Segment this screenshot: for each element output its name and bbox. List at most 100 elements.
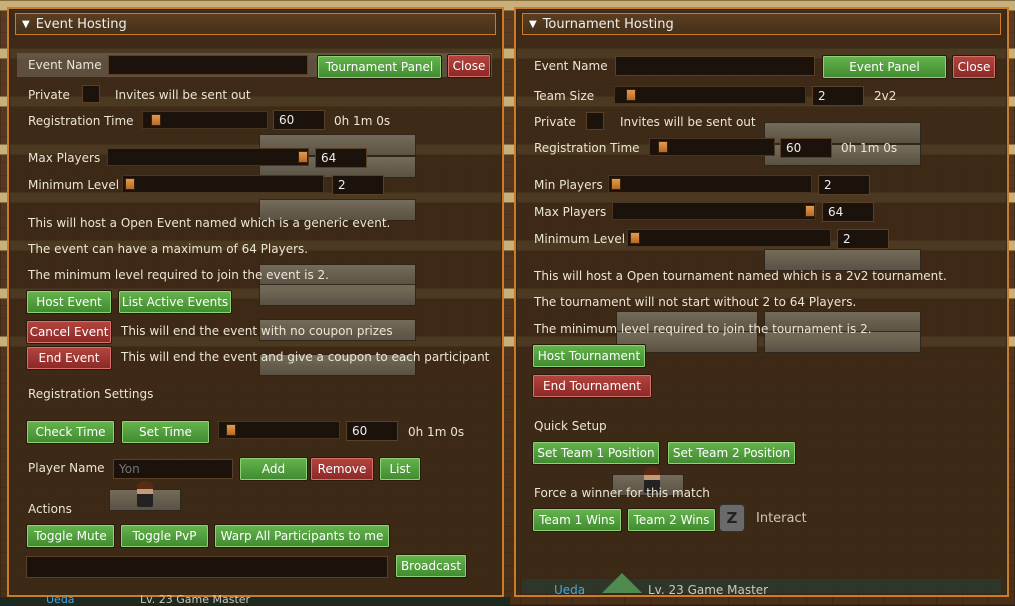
- broadcast-button[interactable]: Broadcast: [395, 554, 467, 578]
- max-players-slider[interactable]: [612, 202, 816, 220]
- guild-emblem-icon: [602, 573, 642, 593]
- close-button[interactable]: Close: [447, 54, 491, 78]
- set-time-value[interactable]: 60: [346, 421, 398, 441]
- close-button[interactable]: Close: [952, 55, 996, 79]
- list-button[interactable]: List: [379, 457, 421, 481]
- slider-knob[interactable]: [630, 232, 640, 244]
- event-window-title: Event Hosting: [35, 16, 127, 32]
- event-name-label: Event Name: [534, 59, 608, 73]
- info-line: This will host a Open tournament named w…: [534, 269, 947, 283]
- max-players-label: Max Players: [534, 205, 607, 219]
- team-size-value[interactable]: 2: [812, 86, 864, 106]
- player-name-input[interactable]: [113, 459, 233, 479]
- event-panel-button[interactable]: Event Panel: [822, 55, 947, 79]
- cancel-event-button[interactable]: Cancel Event: [26, 320, 112, 344]
- minimum-level-label: Minimum Level: [534, 232, 626, 246]
- info-line: This will host a Open Event named which …: [28, 216, 391, 230]
- broadcast-input[interactable]: [26, 556, 388, 578]
- registration-time-value[interactable]: 60: [273, 110, 325, 130]
- event-name-label: Event Name: [28, 58, 102, 72]
- registration-time-slider[interactable]: [649, 138, 775, 156]
- max-players-value[interactable]: 64: [315, 148, 367, 168]
- private-checkbox[interactable]: [82, 85, 100, 103]
- interact-hint: Interact: [756, 511, 807, 526]
- left-player-level: Lv. 23 Game Master: [140, 593, 251, 606]
- info-line: The minimum level required to join the e…: [28, 268, 329, 282]
- set-time-display: 0h 1m 0s: [408, 425, 465, 439]
- minimum-level-slider[interactable]: [627, 229, 831, 247]
- slider-knob[interactable]: [226, 424, 237, 436]
- z-key-icon: Z: [719, 504, 745, 532]
- check-time-button[interactable]: Check Time: [26, 420, 115, 444]
- slider-knob[interactable]: [657, 141, 668, 153]
- warp-all-participants-button[interactable]: Warp All Participants to me: [214, 524, 390, 548]
- quick-setup-label: Quick Setup: [534, 419, 607, 433]
- slider-knob[interactable]: [805, 205, 815, 217]
- table-decoration: [259, 284, 416, 306]
- toggle-pvp-button[interactable]: Toggle PvP: [120, 524, 209, 548]
- set-time-button[interactable]: Set Time: [121, 420, 210, 444]
- add-button[interactable]: Add: [239, 457, 308, 481]
- slider-knob[interactable]: [150, 114, 161, 126]
- private-checkbox[interactable]: [586, 112, 604, 130]
- invites-text: Invites will be sent out: [115, 88, 251, 102]
- cancel-event-description: This will end the event with no coupon p…: [121, 324, 393, 338]
- slider-knob[interactable]: [625, 89, 636, 101]
- tournament-window-titlebar[interactable]: ▼ Tournament Hosting: [522, 13, 1001, 35]
- toggle-mute-button[interactable]: Toggle Mute: [26, 524, 115, 548]
- actions-label: Actions: [28, 502, 72, 516]
- player-level: Lv. 23 Game Master: [648, 583, 769, 597]
- team-size-display: 2v2: [874, 89, 897, 103]
- list-active-events-button[interactable]: List Active Events: [118, 290, 232, 314]
- event-window-titlebar[interactable]: ▼ Event Hosting: [15, 13, 496, 35]
- max-players-value[interactable]: 64: [822, 202, 874, 222]
- set-team2-position-button[interactable]: Set Team 2 Position: [667, 441, 796, 465]
- minimum-level-slider[interactable]: [122, 175, 324, 193]
- event-name-input[interactable]: [108, 55, 308, 75]
- info-line: The event can have a maximum of 64 Playe…: [28, 242, 309, 256]
- registration-settings-label: Registration Settings: [28, 387, 154, 401]
- tournament-hosting-window[interactable]: ▼ Tournament Hosting Event Name Event Pa…: [514, 7, 1009, 597]
- team2-wins-button[interactable]: Team 2 Wins: [627, 508, 716, 532]
- info-line: The minimum level required to join the t…: [534, 322, 872, 336]
- slider-knob[interactable]: [611, 178, 621, 190]
- end-tournament-button[interactable]: End Tournament: [532, 374, 652, 398]
- team1-wins-button[interactable]: Team 1 Wins: [532, 508, 622, 532]
- minimum-level-label: Minimum Level: [28, 178, 120, 192]
- tournament-window-title: Tournament Hosting: [542, 16, 674, 32]
- private-label: Private: [28, 88, 70, 102]
- remove-button[interactable]: Remove: [310, 457, 374, 481]
- player-name-label: Player Name: [28, 461, 105, 475]
- collapse-triangle-icon[interactable]: ▼: [529, 19, 537, 30]
- info-line: The tournament will not start without 2 …: [534, 295, 857, 309]
- character-sprite: [137, 481, 153, 507]
- max-players-label: Max Players: [28, 151, 101, 165]
- team-size-label: Team Size: [534, 89, 595, 103]
- registration-time-slider[interactable]: [142, 111, 268, 129]
- collapse-triangle-icon[interactable]: ▼: [22, 19, 30, 30]
- slider-knob[interactable]: [298, 151, 308, 163]
- min-players-value[interactable]: 2: [818, 175, 870, 195]
- registration-time-label: Registration Time: [534, 141, 640, 155]
- set-team1-position-button[interactable]: Set Team 1 Position: [532, 441, 660, 465]
- max-players-slider[interactable]: [107, 148, 309, 166]
- host-event-button[interactable]: Host Event: [26, 290, 112, 314]
- event-hosting-window[interactable]: ▼ Event Hosting Event Name Tournament Pa…: [7, 7, 504, 597]
- end-event-button[interactable]: End Event: [26, 346, 112, 370]
- set-time-slider[interactable]: [218, 421, 340, 439]
- player-name: Ueda: [554, 583, 586, 597]
- minimum-level-value[interactable]: 2: [837, 229, 889, 249]
- registration-time-value[interactable]: 60: [780, 138, 832, 158]
- end-event-description: This will end the event and give a coupo…: [121, 350, 490, 364]
- team-size-slider[interactable]: [614, 86, 806, 104]
- host-tournament-button[interactable]: Host Tournament: [532, 344, 646, 368]
- registration-time-label: Registration Time: [28, 114, 134, 128]
- minimum-level-value[interactable]: 2: [332, 175, 384, 195]
- min-players-label: Min Players: [534, 178, 603, 192]
- private-label: Private: [534, 115, 576, 129]
- tournament-panel-button[interactable]: Tournament Panel: [317, 55, 442, 79]
- min-players-slider[interactable]: [608, 175, 812, 193]
- left-player-name: Ueda: [46, 593, 75, 606]
- event-name-input[interactable]: [615, 56, 815, 76]
- slider-knob[interactable]: [125, 178, 135, 190]
